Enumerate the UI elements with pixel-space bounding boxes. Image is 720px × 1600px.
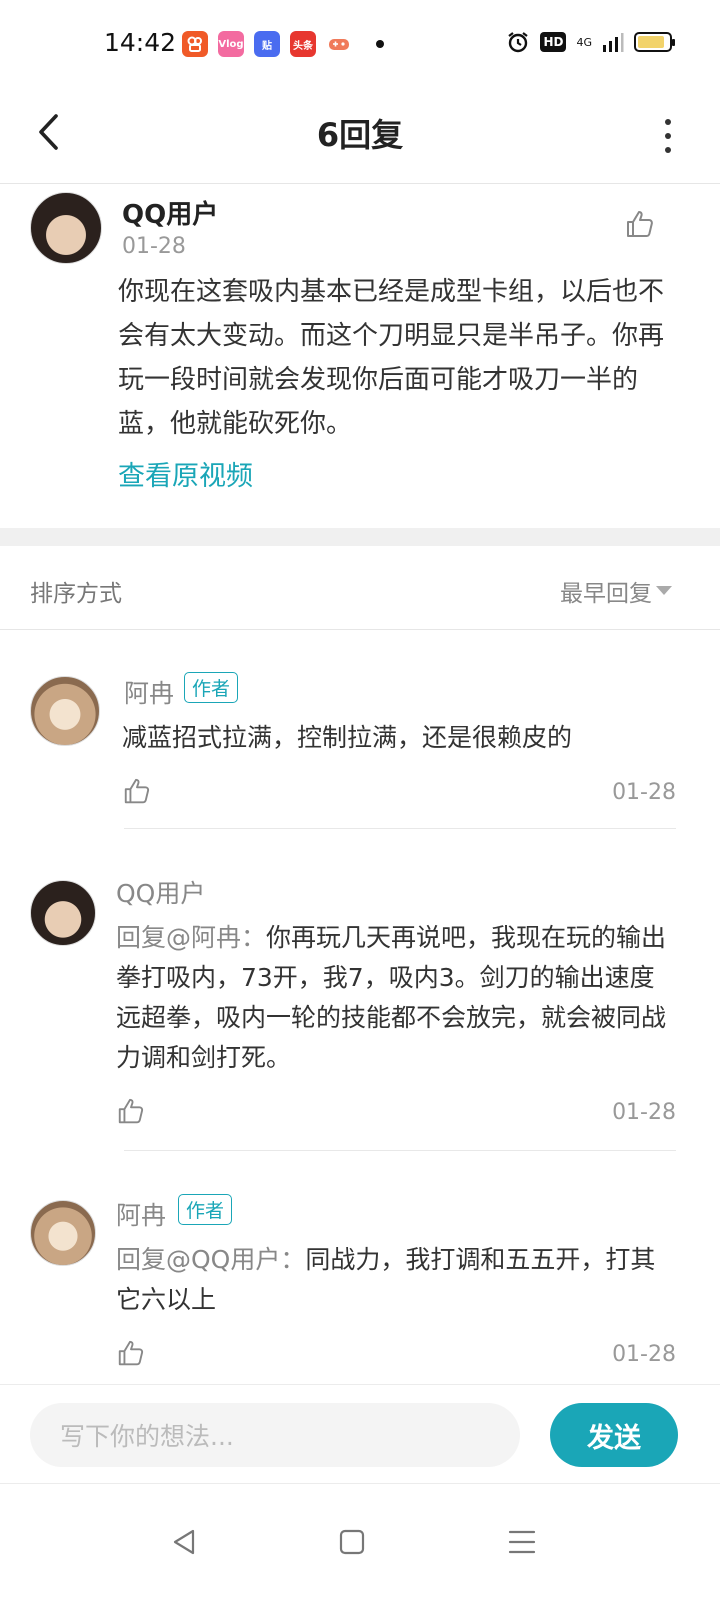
more-dots-icon xyxy=(665,119,671,125)
toutiao-app-icon: 头条 xyxy=(290,31,316,57)
sort-dropdown[interactable]: 最早回复 xyxy=(560,574,652,608)
avatar[interactable] xyxy=(30,192,102,264)
reply-date: 01-28 xyxy=(612,1100,676,1125)
reply-date: 01-28 xyxy=(612,780,676,805)
comment-text: 你现在这套吸内基本已经是成型卡组，以后也不会有太大变动。而这个刀明显只是半吊子。… xyxy=(118,277,665,439)
alarm-icon xyxy=(508,32,529,53)
reply-divider xyxy=(124,828,676,829)
reply-text: 减蓝招式拉满，控制拉满，还是很赖皮的 xyxy=(122,723,573,752)
like-button[interactable] xyxy=(116,1338,148,1370)
like-button[interactable] xyxy=(624,208,656,240)
status-time: 14:42 xyxy=(104,28,177,57)
notification-icons: Vlog 贴 头条 xyxy=(182,31,384,57)
avatar[interactable] xyxy=(30,1200,96,1266)
menu-icon xyxy=(508,1530,536,1554)
comment-input-bar: 写下你的想法... 发送 xyxy=(0,1384,720,1484)
tieba-app-icon: 贴 xyxy=(254,31,280,57)
page-title: 6回复 xyxy=(316,116,404,154)
more-options-button[interactable] xyxy=(656,112,680,160)
reply-author[interactable]: QQ用户 xyxy=(116,874,205,910)
author-badge: 作者 xyxy=(184,672,239,703)
nav-home-button[interactable] xyxy=(332,1524,372,1560)
reply-text: 回复@QQ用户：同战力，我打调和五五开，打其它六以上 xyxy=(116,1245,656,1314)
comment-date: 01-28 xyxy=(122,234,186,259)
status-right: HD 4G xyxy=(506,30,675,54)
reply-item: 阿冉 作者 减蓝招式拉满，控制拉满，还是很赖皮的 01-28 xyxy=(0,630,720,830)
reply-author[interactable]: 阿冉 xyxy=(124,674,174,710)
battery-icon xyxy=(634,32,675,52)
caret-down-icon[interactable] xyxy=(656,586,672,595)
reply-mention[interactable]: 回复@QQ用户： xyxy=(116,1245,305,1274)
triangle-back-icon xyxy=(173,1529,195,1555)
system-nav-bar xyxy=(0,1484,720,1600)
view-original-video-link[interactable]: 查看原视频 xyxy=(118,454,253,493)
thumbs-up-icon xyxy=(118,1098,144,1124)
reply-date: 01-28 xyxy=(612,1342,676,1367)
thumbs-up-icon xyxy=(627,211,653,237)
video-app-icon: Vlog xyxy=(218,31,244,57)
comment-author[interactable]: QQ用户 xyxy=(122,194,218,231)
comment-input[interactable]: 写下你的想法... xyxy=(30,1403,520,1467)
like-button[interactable] xyxy=(122,776,154,808)
section-divider xyxy=(0,528,720,546)
like-button[interactable] xyxy=(116,1096,148,1128)
reply-mention[interactable]: 回复@阿冉： xyxy=(116,923,266,952)
sort-bar: 排序方式 最早回复 xyxy=(0,546,720,630)
nav-back-button[interactable] xyxy=(164,1524,204,1560)
network-label: 4G xyxy=(576,35,592,49)
thumbs-up-icon xyxy=(118,1340,144,1366)
hd-badge: HD xyxy=(540,32,567,52)
game-app-icon xyxy=(326,31,352,57)
reply-item: 阿冉 作者 回复@QQ用户：同战力，我打调和五五开，打其它六以上 01-28 xyxy=(0,1152,720,1384)
send-button[interactable]: 发送 xyxy=(550,1403,678,1467)
signal-icon xyxy=(603,33,624,52)
header-bar: 6回复 xyxy=(0,88,720,184)
thumbs-up-icon xyxy=(124,778,150,804)
reply-divider xyxy=(124,1150,676,1151)
reply-author[interactable]: 阿冉 xyxy=(116,1196,166,1232)
nav-menu-button[interactable] xyxy=(502,1524,542,1560)
square-home-icon xyxy=(339,1529,365,1555)
avatar[interactable] xyxy=(30,880,96,946)
author-badge: 作者 xyxy=(178,1194,233,1225)
sort-label: 排序方式 xyxy=(30,581,122,607)
reply-item: QQ用户 回复@阿冉：你再玩几天再说吧，我现在玩的输出拳打吸内，73开，我7，吸… xyxy=(0,830,720,1152)
status-bar: 14:42 Vlog 贴 头条 HD 4G xyxy=(0,0,720,88)
main-comment: QQ用户 01-28 你现在这套吸内基本已经是成型卡组，以后也不会有太大变动。而… xyxy=(0,184,720,540)
avatar[interactable] xyxy=(30,676,100,746)
more-notifications-dot xyxy=(376,40,384,48)
reply-text: 回复@阿冉：你再玩几天再说吧，我现在玩的输出拳打吸内，73开，我7，吸内3。剑刀… xyxy=(116,923,667,1072)
kuaishou-app-icon xyxy=(182,31,208,57)
